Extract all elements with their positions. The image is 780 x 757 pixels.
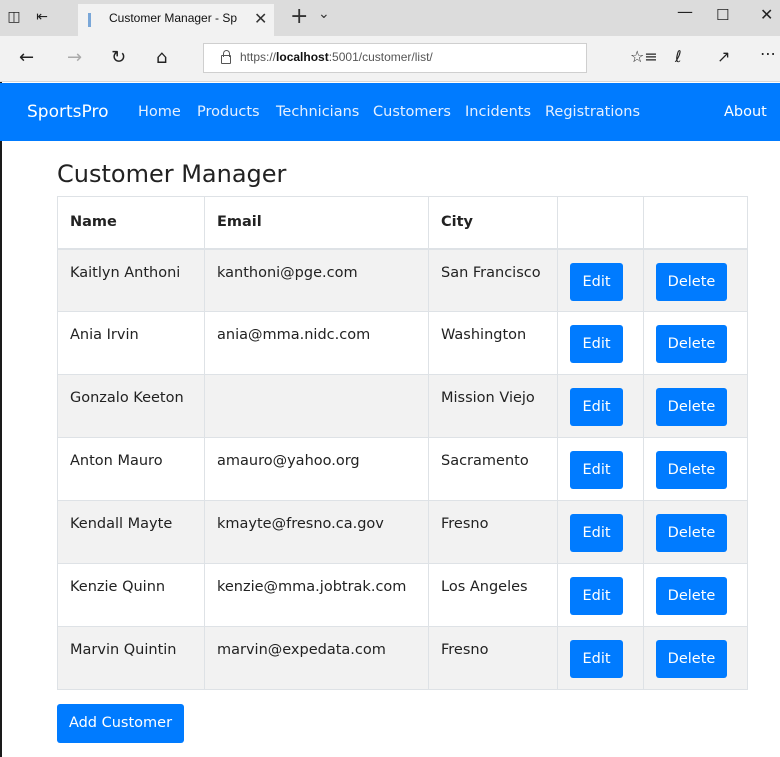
pen-icon[interactable]: ℓ	[675, 47, 682, 66]
cell-edit: Edit	[557, 500, 644, 564]
cell-city: Fresno	[428, 500, 558, 564]
tab-title: Customer Manager - Sp	[109, 11, 238, 25]
delete-button[interactable]: Delete	[656, 451, 727, 489]
home-icon[interactable]: ⌂	[156, 47, 167, 68]
cell-edit: Edit	[557, 248, 644, 312]
nav-about[interactable]: About	[724, 104, 767, 120]
more-icon[interactable]: ⋯	[760, 44, 776, 63]
column-header-delete	[643, 196, 748, 250]
cell-name: Gonzalo Keeton	[57, 374, 205, 438]
column-header-edit	[557, 196, 644, 250]
minimize-icon[interactable]: —	[677, 2, 693, 21]
delete-button[interactable]: Delete	[656, 262, 727, 301]
customer-table: Name Email City Kaitlyn Anthoni kanthoni…	[57, 196, 748, 690]
edit-button[interactable]: Edit	[570, 640, 623, 678]
edit-button[interactable]: Edit	[570, 325, 623, 363]
cell-city: Sacramento	[428, 437, 558, 501]
column-header-city: City	[428, 196, 558, 250]
nav-customers[interactable]: Customers	[373, 104, 451, 120]
cell-email: amauro@yahoo.org	[204, 437, 429, 501]
cell-email: ania@mma.nidc.com	[204, 311, 429, 375]
cell-edit: Edit	[557, 563, 644, 627]
set-aside-tabs-icon[interactable]: ⇤	[34, 9, 50, 25]
cell-edit: Edit	[557, 437, 644, 501]
cell-email: kenzie@mma.jobtrak.com	[204, 563, 429, 627]
cell-name: Ania Irvin	[57, 311, 205, 375]
address-bar-row: ← → ↻ ⌂ https://localhost:5001/customer/…	[0, 36, 780, 82]
cell-email: kmayte@fresno.ca.gov	[204, 500, 429, 564]
edit-button[interactable]: Edit	[570, 451, 623, 489]
close-tab-icon[interactable]: ✕	[254, 9, 267, 28]
browser-tab[interactable]: Customer Manager - Sp ✕	[78, 4, 274, 36]
close-window-icon[interactable]: ✕	[760, 5, 773, 24]
favicon-icon	[88, 13, 100, 27]
page-title: Customer Manager	[57, 160, 287, 188]
table-row: Kendall Mayte kmayte@fresno.ca.gov Fresn…	[57, 500, 748, 564]
table-row: Marvin Quintin marvin@expedata.com Fresn…	[57, 626, 748, 690]
cell-delete: Delete	[643, 248, 748, 312]
cell-city: Fresno	[428, 626, 558, 690]
cell-name: Anton Mauro	[57, 437, 205, 501]
column-header-name: Name	[57, 196, 205, 250]
cell-name: Kendall Mayte	[57, 500, 205, 564]
cell-edit: Edit	[557, 311, 644, 375]
forward-icon[interactable]: →	[67, 47, 82, 68]
table-row: Anton Mauro amauro@yahoo.org Sacramento …	[57, 437, 748, 501]
nav-home[interactable]: Home	[138, 104, 181, 120]
cell-email	[204, 374, 429, 438]
add-customer-button[interactable]: Add Customer	[57, 704, 184, 743]
cell-name: Kaitlyn Anthoni	[57, 248, 205, 312]
cell-delete: Delete	[643, 500, 748, 564]
nav-incidents[interactable]: Incidents	[465, 104, 531, 120]
cell-delete: Delete	[643, 374, 748, 438]
lock-icon	[221, 50, 231, 64]
share-icon[interactable]: ↗	[717, 47, 730, 66]
cell-delete: Delete	[643, 626, 748, 690]
nav-registrations[interactable]: Registrations	[545, 104, 640, 120]
cell-name: Marvin Quintin	[57, 626, 205, 690]
tab-menu-icon[interactable]: ⌄	[318, 6, 330, 22]
cell-edit: Edit	[557, 374, 644, 438]
edit-button[interactable]: Edit	[570, 514, 623, 552]
delete-button[interactable]: Delete	[656, 325, 727, 363]
cell-delete: Delete	[643, 437, 748, 501]
refresh-icon[interactable]: ↻	[111, 47, 126, 68]
delete-button[interactable]: Delete	[656, 577, 727, 615]
tab-actions-icon[interactable]: ◫	[6, 9, 22, 25]
brand-link[interactable]: SportsPro	[27, 102, 108, 122]
table-header-row: Name Email City	[57, 196, 748, 250]
edit-button[interactable]: Edit	[570, 577, 623, 615]
favorites-icon[interactable]: ☆≡	[630, 47, 658, 66]
address-input[interactable]: https://localhost:5001/customer/list/	[203, 43, 587, 73]
nav-technicians[interactable]: Technicians	[276, 104, 359, 120]
table-row: Kenzie Quinn kenzie@mma.jobtrak.com Los …	[57, 563, 748, 627]
edit-button[interactable]: Edit	[570, 262, 623, 301]
cell-email: kanthoni@pge.com	[204, 248, 429, 312]
cell-edit: Edit	[557, 626, 644, 690]
delete-button[interactable]: Delete	[656, 514, 727, 552]
maximize-icon[interactable]: ☐	[716, 6, 729, 24]
column-header-email: Email	[204, 196, 429, 250]
table-row: Ania Irvin ania@mma.nidc.com Washington …	[57, 311, 748, 375]
new-tab-icon[interactable]: +	[290, 4, 308, 29]
cell-email: marvin@expedata.com	[204, 626, 429, 690]
cell-delete: Delete	[643, 311, 748, 375]
delete-button[interactable]: Delete	[656, 640, 727, 678]
cell-name: Kenzie Quinn	[57, 563, 205, 627]
tab-bar: ◫ ⇤ Customer Manager - Sp ✕ + ⌄ — ☐ ✕	[0, 0, 780, 36]
site-navbar: SportsPro Home Products Technicians Cust…	[0, 83, 780, 141]
delete-button[interactable]: Delete	[656, 388, 727, 426]
cell-city: Washington	[428, 311, 558, 375]
cell-city: Los Angeles	[428, 563, 558, 627]
cell-delete: Delete	[643, 563, 748, 627]
cell-city: Mission Viejo	[428, 374, 558, 438]
edit-button[interactable]: Edit	[570, 388, 623, 426]
url-text: https://localhost:5001/customer/list/	[240, 50, 433, 64]
cell-city: San Francisco	[428, 248, 558, 312]
table-row: Gonzalo Keeton Mission Viejo Edit Delete	[57, 374, 748, 438]
nav-products[interactable]: Products	[197, 104, 260, 120]
back-icon[interactable]: ←	[19, 47, 34, 68]
table-row: Kaitlyn Anthoni kanthoni@pge.com San Fra…	[57, 248, 748, 312]
